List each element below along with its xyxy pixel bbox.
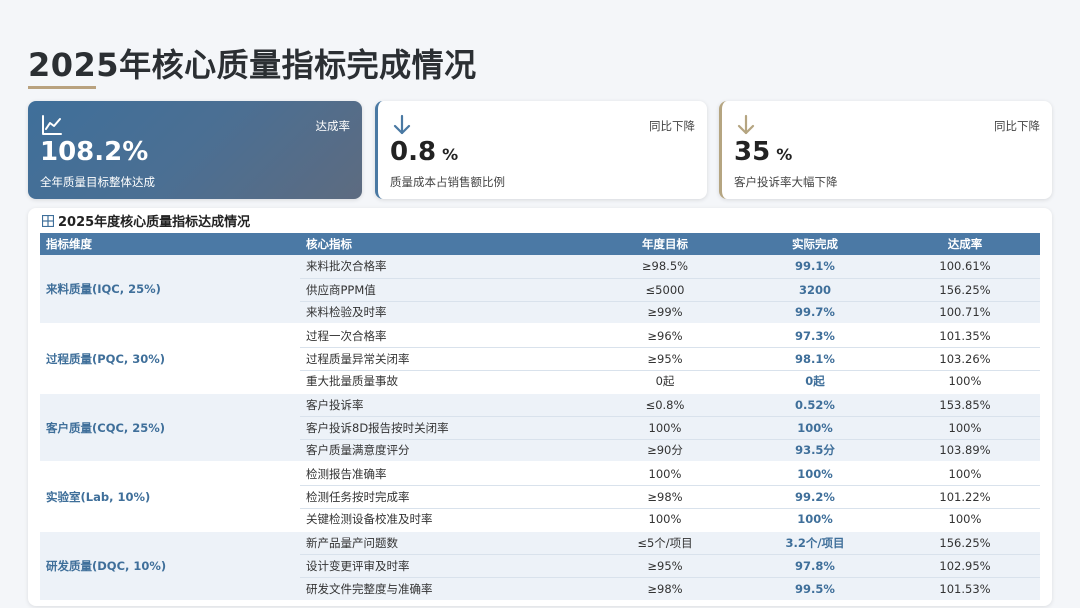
line-chart-icon: [42, 115, 62, 135]
col-header-dimension: 指标维度: [40, 233, 300, 255]
table-grid-icon: [42, 214, 54, 227]
indicator-cell: 设计变更评审及时率: [300, 553, 590, 577]
target-cell: 100%: [590, 507, 740, 531]
target-cell: 100%: [590, 415, 740, 439]
rate-cell: 103.89%: [890, 438, 1040, 462]
actual-cell: 98.1%: [740, 346, 890, 370]
rate-cell: 103.26%: [890, 346, 1040, 370]
actual-cell: 99.2%: [740, 484, 890, 508]
target-cell: ≤5000: [590, 277, 740, 301]
indicator-cell: 来料批次合格率: [300, 255, 590, 278]
rate-cell: 101.35%: [890, 323, 1040, 347]
rate-cell: 100%: [890, 415, 1040, 439]
target-cell: ≥95%: [590, 346, 740, 370]
rate-cell: 156.25%: [890, 277, 1040, 301]
indicator-cell: 客户投诉率: [300, 392, 590, 416]
indicator-cell: 客户投诉8D报告按时关闭率: [300, 415, 590, 439]
card-value: 0.8%: [390, 137, 459, 167]
card-value: 108.2%: [40, 137, 149, 167]
title-underline: [28, 86, 96, 89]
target-cell: ≥98%: [590, 576, 740, 600]
actual-cell: 100%: [740, 461, 890, 485]
dimension-cell: 研发质量(DQC, 10%): [40, 530, 300, 600]
card-value: 35%: [734, 137, 793, 167]
indicator-cell: 新产品量产问题数: [300, 530, 590, 554]
arrow-down-icon: [393, 114, 411, 135]
dimension-cell: 客户质量(CQC, 25%): [40, 392, 300, 462]
rate-cell: 153.85%: [890, 392, 1040, 416]
kpi-table-panel: 2025年度核心质量指标达成情况 指标维度 核心指标 年度目标 实际完成 达成率…: [28, 208, 1052, 606]
col-header-actual: 实际完成: [740, 233, 890, 255]
kpi-table: 指标维度 核心指标 年度目标 实际完成 达成率 来料质量(IQC, 25%) 来料…: [40, 233, 1040, 600]
rate-cell: 101.22%: [890, 484, 1040, 508]
indicator-cell: 研发文件完整度与准确率: [300, 576, 590, 600]
card-tag: 同比下降: [994, 119, 1040, 133]
card-description: 全年质量目标整体达成: [40, 175, 155, 189]
actual-cell: 99.7%: [740, 300, 890, 324]
indicator-cell: 检测任务按时完成率: [300, 484, 590, 508]
table-row: 客户质量(CQC, 25%) 客户投诉率 ≤0.8% 0.52% 153.85%: [40, 392, 1040, 462]
arrow-down-icon: [737, 114, 755, 135]
indicator-cell: 客户质量满意度评分: [300, 438, 590, 462]
actual-cell: 100%: [740, 415, 890, 439]
indicator-cell: 过程质量异常关闭率: [300, 346, 590, 370]
indicator-cell: 供应商PPM值: [300, 277, 590, 301]
card-description: 质量成本占销售额比例: [390, 175, 505, 189]
actual-cell: 100%: [740, 507, 890, 531]
kpi-card-achievement: 达成率 108.2% 全年质量目标整体达成: [28, 101, 362, 199]
indicator-cell: 来料检验及时率: [300, 300, 590, 324]
table-row: 实验室(Lab, 10%) 检测报告准确率 100% 100% 100%: [40, 461, 1040, 531]
rate-cell: 101.53%: [890, 576, 1040, 600]
kpi-card-quality-cost: 同比下降 0.8% 质量成本占销售额比例: [375, 101, 707, 199]
target-cell: ≤0.8%: [590, 392, 740, 416]
target-cell: ≥90分: [590, 438, 740, 462]
col-header-rate: 达成率: [890, 233, 1040, 255]
rate-cell: 100.61%: [890, 255, 1040, 278]
page-title: 2025年核心质量指标完成情况: [28, 46, 477, 84]
rate-cell: 102.95%: [890, 553, 1040, 577]
actual-cell: 97.8%: [740, 553, 890, 577]
target-cell: 100%: [590, 461, 740, 485]
rate-cell: 100.71%: [890, 300, 1040, 324]
target-cell: ≥96%: [590, 323, 740, 347]
target-cell: ≥98%: [590, 484, 740, 508]
actual-cell: 3200: [740, 277, 890, 301]
indicator-cell: 重大批量质量事故: [300, 369, 590, 393]
rate-cell: 100%: [890, 461, 1040, 485]
actual-cell: 0起: [740, 369, 890, 393]
rate-cell: 100%: [890, 507, 1040, 531]
table-row: 过程质量(PQC, 30%) 过程一次合格率 ≥96% 97.3% 101.35%: [40, 323, 1040, 393]
section-title: 2025年度核心质量指标达成情况: [42, 211, 250, 230]
kpi-card-complaints: 同比下降 35% 客户投诉率大幅下降: [719, 101, 1052, 199]
indicator-cell: 过程一次合格率: [300, 323, 590, 347]
dimension-cell: 过程质量(PQC, 30%): [40, 323, 300, 393]
indicator-cell: 检测报告准确率: [300, 461, 590, 485]
card-description: 客户投诉率大幅下降: [734, 175, 838, 189]
rate-cell: 156.25%: [890, 530, 1040, 554]
table-row: 研发质量(DQC, 10%) 新产品量产问题数 ≤5个/项目 3.2个/项目 156.2…: [40, 530, 1040, 600]
col-header-target: 年度目标: [590, 233, 740, 255]
table-header-row: 指标维度 核心指标 年度目标 实际完成 达成率: [40, 233, 1040, 255]
dimension-cell: 实验室(Lab, 10%): [40, 461, 300, 531]
rate-cell: 100%: [890, 369, 1040, 393]
target-cell: 0起: [590, 369, 740, 393]
actual-cell: 3.2个/项目: [740, 530, 890, 554]
actual-cell: 99.5%: [740, 576, 890, 600]
dimension-cell: 来料质量(IQC, 25%): [40, 255, 300, 324]
indicator-cell: 关键检测设备校准及时率: [300, 507, 590, 531]
table-row: 来料质量(IQC, 25%) 来料批次合格率 ≥98.5% 99.1% 100.61%: [40, 255, 1040, 324]
target-cell: ≤5个/项目: [590, 530, 740, 554]
card-tag: 同比下降: [649, 119, 695, 133]
target-cell: ≥98.5%: [590, 255, 740, 278]
actual-cell: 0.52%: [740, 392, 890, 416]
target-cell: ≥95%: [590, 553, 740, 577]
actual-cell: 99.1%: [740, 255, 890, 278]
card-tag: 达成率: [315, 119, 351, 133]
col-header-indicator: 核心指标: [300, 233, 590, 255]
target-cell: ≥99%: [590, 300, 740, 324]
actual-cell: 93.5分: [740, 438, 890, 462]
actual-cell: 97.3%: [740, 323, 890, 347]
